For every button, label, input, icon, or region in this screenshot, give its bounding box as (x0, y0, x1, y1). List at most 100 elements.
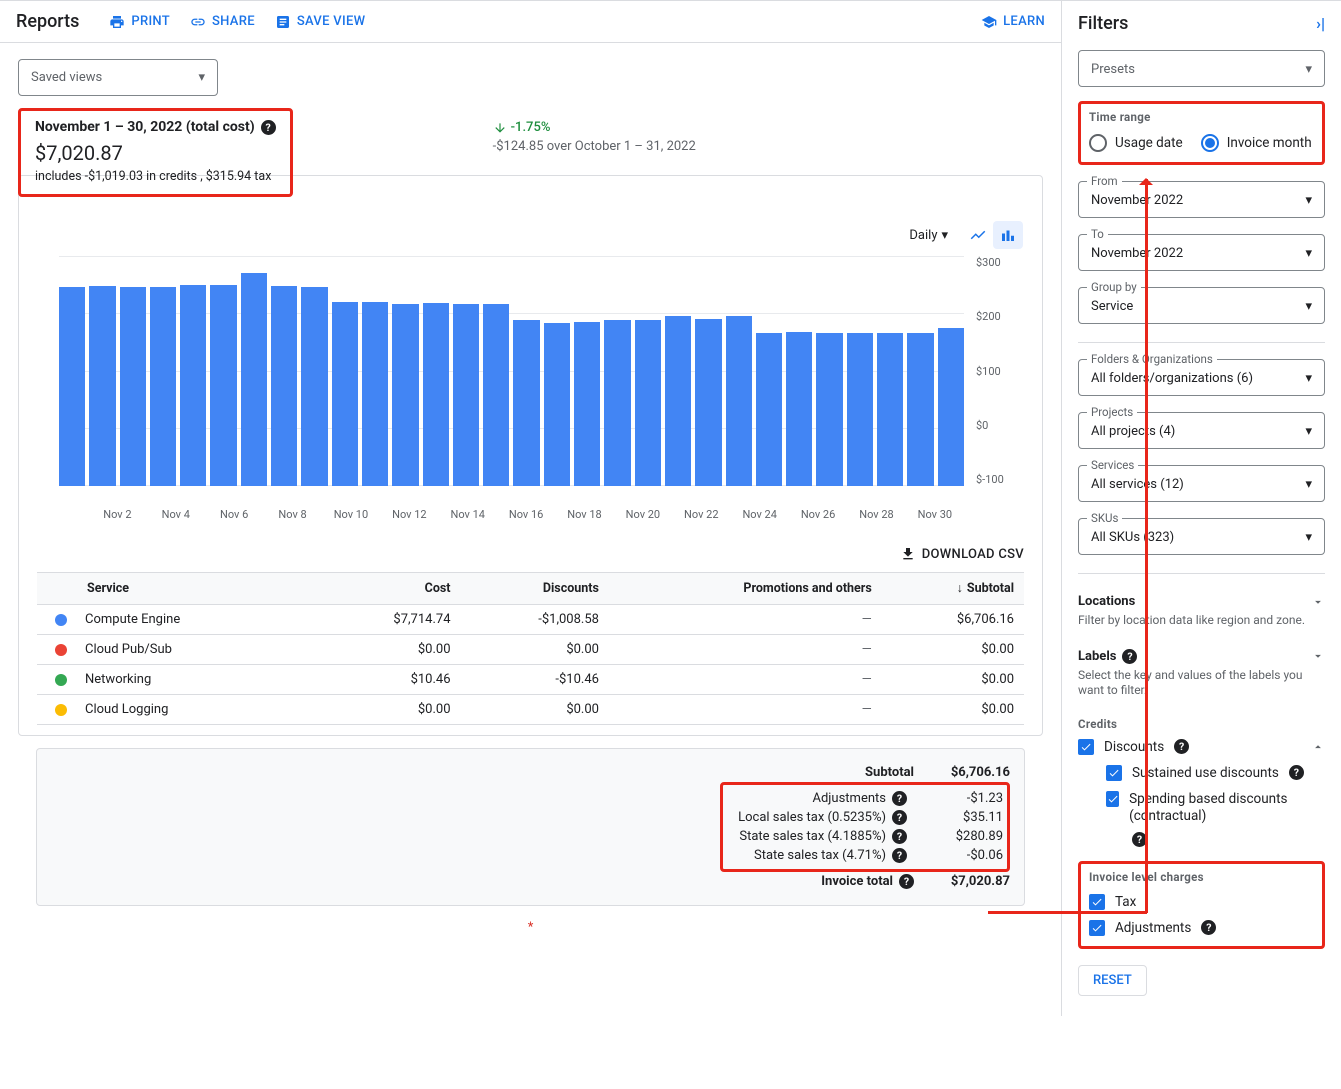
chart-bar[interactable] (938, 328, 964, 486)
checkbox-checked-icon[interactable] (1078, 739, 1094, 755)
print-button[interactable]: PRINT (109, 14, 170, 30)
table-row[interactable]: Compute Engine$7,714.74-$1,008.58—$6,706… (37, 605, 1024, 635)
share-button[interactable]: SHARE (190, 14, 255, 30)
chevron-up-icon (1311, 740, 1325, 754)
chart-bar[interactable] (635, 320, 661, 486)
col-cost[interactable]: Cost (319, 573, 461, 605)
chart-bar[interactable] (574, 322, 600, 486)
help-icon[interactable]: ? (899, 874, 914, 889)
chart-bar[interactable] (362, 302, 388, 486)
group-by-select[interactable]: Group by Service ▾ (1078, 287, 1325, 324)
x-tick-label: Nov 10 (322, 490, 380, 526)
help-icon[interactable]: ? (1122, 649, 1137, 664)
chart-bar[interactable] (877, 333, 903, 486)
chart-bar[interactable] (392, 304, 418, 486)
discounts-expander[interactable]: Discounts ? (1078, 739, 1325, 755)
chart-bar[interactable] (332, 302, 358, 486)
col-subtotal[interactable]: ↓Subtotal (882, 573, 1024, 605)
chart-bar[interactable] (301, 287, 327, 486)
collapse-panel-icon[interactable]: ›| (1316, 14, 1325, 33)
chart-bar[interactable] (150, 287, 176, 486)
help-icon[interactable]: ? (261, 120, 276, 135)
chart-bar[interactable] (483, 304, 509, 486)
services-table: Service Cost Discounts Promotions and ot… (37, 572, 1024, 725)
chart-bar[interactable] (271, 286, 297, 486)
usage-date-radio[interactable]: Usage date (1089, 134, 1183, 152)
adjustments-checkbox[interactable]: Adjustments ? (1089, 920, 1314, 936)
chart-bar[interactable] (513, 320, 539, 486)
locations-expander[interactable]: Locations (1078, 594, 1325, 609)
help-icon[interactable]: ? (1289, 765, 1304, 780)
chart-bar[interactable] (210, 285, 236, 486)
y-tick-label: $200 (968, 310, 1024, 323)
chart-bar[interactable] (59, 287, 85, 486)
bar-chart-toggle[interactable] (993, 221, 1023, 249)
col-service[interactable]: Service (37, 573, 319, 605)
help-icon[interactable]: ? (1201, 920, 1216, 935)
period-select[interactable]: Daily ▾ (909, 228, 948, 243)
chart-bar[interactable] (847, 333, 873, 486)
col-promotions[interactable]: Promotions and others (609, 573, 882, 605)
invoice-month-radio[interactable]: Invoice month (1201, 134, 1312, 152)
saved-views-label: Saved views (31, 70, 102, 85)
chart-bar[interactable] (756, 333, 782, 486)
chart-bar[interactable] (726, 316, 752, 486)
to-select[interactable]: To November 2022 ▾ (1078, 234, 1325, 271)
chart-bar[interactable] (423, 303, 449, 486)
down-arrow-icon (493, 121, 507, 135)
chart-bar[interactable] (120, 287, 146, 486)
line-chart-toggle[interactable] (963, 221, 993, 249)
chart-bar[interactable] (665, 316, 691, 486)
help-icon[interactable]: ? (892, 791, 907, 806)
help-icon[interactable]: ? (1174, 739, 1189, 754)
save-view-button[interactable]: SAVE VIEW (275, 14, 366, 30)
invoice-total-label: Invoice total (821, 874, 893, 889)
saved-views-select[interactable]: Saved views ▾ (18, 59, 218, 96)
learn-button[interactable]: LEARN (981, 14, 1045, 30)
projects-select[interactable]: Projects All projects (4) ▾ (1078, 412, 1325, 449)
chart-bar[interactable] (89, 286, 115, 486)
chart-bar[interactable] (453, 304, 479, 486)
chart-bar[interactable] (695, 319, 721, 486)
chart-bar[interactable] (241, 273, 267, 486)
x-tick-label: Nov 4 (147, 490, 205, 526)
services-select[interactable]: Services All services (12) ▾ (1078, 465, 1325, 502)
trend-percent: -1.75% (493, 120, 696, 135)
table-row[interactable]: Networking$10.46-$10.46—$0.00 (37, 665, 1024, 695)
state-tax1-label: State sales tax (4.1885%) (739, 829, 886, 844)
chart-bar[interactable] (907, 333, 933, 486)
reset-button[interactable]: RESET (1078, 965, 1147, 996)
chart-bar[interactable] (604, 320, 630, 486)
chart-bar[interactable] (544, 323, 570, 486)
help-icon[interactable]: ? (892, 810, 907, 825)
sustained-checkbox[interactable]: Sustained use discounts ? (1106, 765, 1325, 781)
y-tick-label: $300 (968, 256, 1024, 269)
folders-select[interactable]: Folders & Organizations All folders/orga… (1078, 359, 1325, 396)
tax-checkbox[interactable]: Tax (1089, 894, 1314, 910)
help-icon[interactable]: ? (892, 848, 907, 863)
table-row[interactable]: Cloud Pub/Sub$0.00$0.00—$0.00 (37, 635, 1024, 665)
chevron-down-icon: ▾ (1305, 371, 1312, 386)
download-csv-button[interactable]: DOWNLOAD CSV (19, 536, 1042, 572)
credits-label: Credits (1078, 717, 1325, 731)
help-icon[interactable]: ? (892, 829, 907, 844)
from-select[interactable]: From November 2022 ▾ (1078, 181, 1325, 218)
chevron-down-icon: ▾ (198, 70, 205, 85)
chart-bar[interactable] (180, 285, 206, 486)
col-discounts[interactable]: Discounts (461, 573, 609, 605)
labels-sub: Select the key and values of the labels … (1078, 668, 1325, 699)
table-row[interactable]: Cloud Logging$0.00$0.00—$0.00 (37, 695, 1024, 725)
presets-select[interactable]: Presets ▾ (1078, 50, 1325, 87)
spending-checkbox[interactable]: Spending based discounts (contractual) (1106, 791, 1325, 826)
skus-select[interactable]: SKUs All SKUs (323) ▾ (1078, 518, 1325, 555)
chevron-down-icon: ▾ (1305, 477, 1312, 492)
chart-bar[interactable] (786, 332, 812, 486)
state-tax2-label: State sales tax (4.71%) (754, 848, 886, 863)
x-tick-label: Nov 2 (88, 490, 146, 526)
state-tax1-value: $280.89 (913, 829, 1003, 844)
locations-sub: Filter by location data like region and … (1078, 613, 1325, 629)
series-color-dot (55, 704, 67, 716)
x-tick-label: Nov 28 (847, 490, 905, 526)
chart-bar[interactable] (816, 333, 842, 486)
labels-expander[interactable]: Labels ? (1078, 649, 1325, 664)
